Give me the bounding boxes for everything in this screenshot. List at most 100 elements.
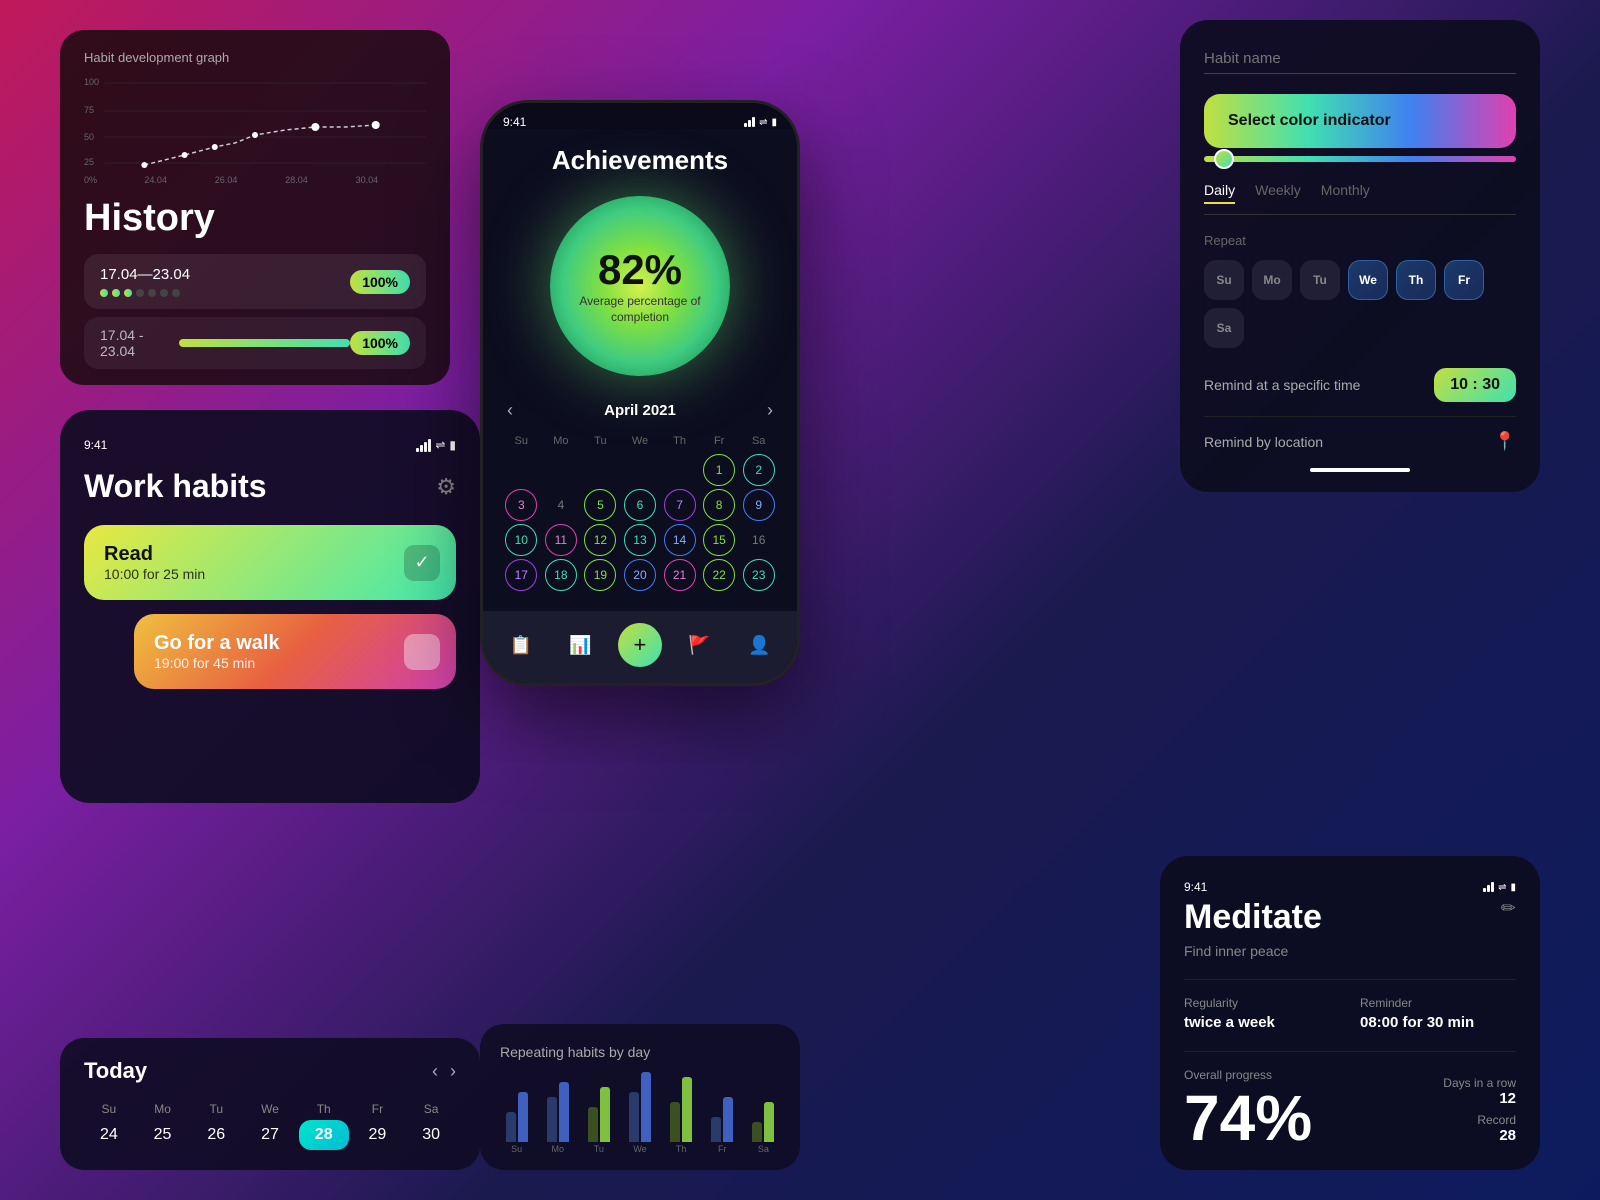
meditate-card: 9:41 ⇌ ▮ Meditate ✏ Find inner peace Reg… [1160, 856, 1540, 1170]
chip-th[interactable]: Th [1396, 260, 1436, 300]
color-indicator-button[interactable]: Select color indicator [1204, 94, 1516, 148]
days-in-row-key: Days in a row [1443, 1076, 1516, 1090]
history-date-1: 17.04—23.04 [100, 266, 190, 283]
day-29[interactable]: 29 [353, 1120, 403, 1150]
cal-day-23[interactable]: 23 [743, 559, 775, 591]
chip-mo[interactable]: Mo [1252, 260, 1292, 300]
day-24[interactable]: 24 [84, 1120, 134, 1150]
chip-fr[interactable]: Fr [1444, 260, 1484, 300]
color-slider-thumb[interactable] [1214, 149, 1234, 169]
cal-day-22[interactable]: 22 [703, 559, 735, 591]
cal-label-we: We [622, 431, 659, 451]
regularity-key: Regularity [1184, 996, 1340, 1010]
cal-day-5[interactable]: 5 [584, 489, 616, 521]
cal-empty [624, 454, 656, 486]
cal-day-2[interactable]: 2 [743, 454, 775, 486]
color-slider[interactable] [1204, 156, 1516, 162]
repeating-title: Repeating habits by day [500, 1044, 780, 1060]
cal-day-8[interactable]: 8 [703, 489, 735, 521]
battery-icon: ▮ [771, 117, 777, 128]
svg-text:75: 75 [84, 105, 94, 115]
bar-chart: Su Mo Tu We [500, 1074, 780, 1154]
day-25[interactable]: 25 [138, 1120, 188, 1150]
big-pct-row: Overall progress 74% Days in a row 12 Re… [1184, 1051, 1516, 1150]
time-badge[interactable]: 10 : 30 [1434, 368, 1516, 402]
location-icon[interactable]: 📍 [1494, 431, 1516, 452]
day-26[interactable]: 26 [191, 1120, 241, 1150]
cal-day-16[interactable]: 16 [743, 524, 775, 556]
habit-time-read: 10:00 for 25 min [104, 566, 436, 582]
reminder-key: Reminder [1360, 996, 1516, 1010]
bar-su: Su [500, 1092, 533, 1154]
cal-day-9[interactable]: 9 [743, 489, 775, 521]
cal-day-20[interactable]: 20 [624, 559, 656, 591]
cal-prev-arrow[interactable]: ‹ [507, 400, 513, 421]
gear-icon[interactable]: ⚙ [436, 474, 456, 500]
achievements-phone: 9:41 ⇌ ▮ Achievements 82% Average percen… [480, 100, 800, 686]
cal-day-4[interactable]: 4 [545, 489, 577, 521]
overall-progress: 74% [1184, 1086, 1312, 1150]
chip-sa[interactable]: Sa [1204, 308, 1244, 348]
history-date-2: 17.04 - 23.04 [100, 327, 179, 359]
day-28-today[interactable]: 28 [299, 1120, 349, 1150]
tab-monthly[interactable]: Monthly [1321, 182, 1370, 204]
cal-day-6[interactable]: 6 [624, 489, 656, 521]
record-val: 28 [1443, 1127, 1516, 1144]
completion-circle: 82% Average percentage ofcompletion [550, 196, 730, 376]
tab-bar: 📋 📊 + 🚩 👤 [483, 611, 797, 683]
tab-flag[interactable]: 🚩 [678, 623, 722, 667]
meditate-stats: Regularity twice a week Reminder 08:00 f… [1184, 979, 1516, 1031]
cal-day-10[interactable]: 10 [505, 524, 537, 556]
day-27[interactable]: 27 [245, 1120, 295, 1150]
habit-name-field[interactable] [1204, 44, 1516, 74]
tab-chart[interactable]: 📊 [558, 623, 602, 667]
days-in-row-val: 12 [1443, 1090, 1516, 1107]
cal-day-17[interactable]: 17 [505, 559, 537, 591]
dot [100, 289, 108, 297]
svg-text:0%: 0% [84, 175, 97, 185]
cal-day-21[interactable]: 21 [664, 559, 696, 591]
edit-icon[interactable]: ✏ [1501, 898, 1516, 919]
wifi-icon: ⇌ [1498, 882, 1506, 893]
chip-we[interactable]: We [1348, 260, 1388, 300]
habit-card-walk[interactable]: Go for a walk 19:00 for 45 min [134, 614, 456, 689]
cal-day-3[interactable]: 3 [505, 489, 537, 521]
tab-clipboard[interactable]: 📋 [499, 623, 543, 667]
history-row-1: 17.04—23.04 100% [84, 254, 426, 309]
bar-mo: Mo [541, 1082, 574, 1154]
tab-weekly[interactable]: Weekly [1255, 182, 1301, 204]
frequency-tabs: Daily Weekly Monthly [1204, 182, 1516, 215]
cal-next-arrow[interactable]: › [767, 400, 773, 421]
tab-add[interactable]: + [618, 623, 662, 667]
tab-daily[interactable]: Daily [1204, 182, 1235, 204]
habit-name-read: Read [104, 543, 436, 566]
status-icons: ⇌ ▮ [416, 438, 456, 452]
chip-tu[interactable]: Tu [1300, 260, 1340, 300]
cal-day-7[interactable]: 7 [664, 489, 696, 521]
repeating-habits-card: Repeating habits by day Su Mo Tu [480, 1024, 800, 1170]
habit-card-read[interactable]: Read 10:00 for 25 min ✓ [84, 525, 456, 600]
prev-arrow[interactable]: ‹ [432, 1061, 438, 1082]
cal-day-18[interactable]: 18 [545, 559, 577, 591]
history-progress-bar [179, 339, 351, 347]
cal-day-1[interactable]: 1 [703, 454, 735, 486]
reminder-stat: Reminder 08:00 for 30 min [1360, 996, 1516, 1031]
signal-icon [1483, 882, 1494, 892]
phone-top-bar: 9:41 ⇌ ▮ [483, 103, 797, 129]
cal-day-15[interactable]: 15 [703, 524, 735, 556]
cal-day-14[interactable]: 14 [664, 524, 696, 556]
chip-su[interactable]: Su [1204, 260, 1244, 300]
cal-day-12[interactable]: 12 [584, 524, 616, 556]
cal-empty [584, 454, 616, 486]
day-30[interactable]: 30 [406, 1120, 456, 1150]
cal-day-19[interactable]: 19 [584, 559, 616, 591]
next-arrow[interactable]: › [450, 1061, 456, 1082]
bar-sa: Sa [747, 1102, 780, 1154]
history-card: Habit development graph 100 75 50 25 0% … [60, 30, 450, 385]
day-label-tu: Tu [191, 1098, 241, 1120]
history-row-2: 17.04 - 23.04 100% [84, 317, 426, 369]
cal-day-11[interactable]: 11 [545, 524, 577, 556]
cal-day-13[interactable]: 13 [624, 524, 656, 556]
tab-profile[interactable]: 👤 [737, 623, 781, 667]
wifi-icon: ⇌ [435, 438, 445, 452]
